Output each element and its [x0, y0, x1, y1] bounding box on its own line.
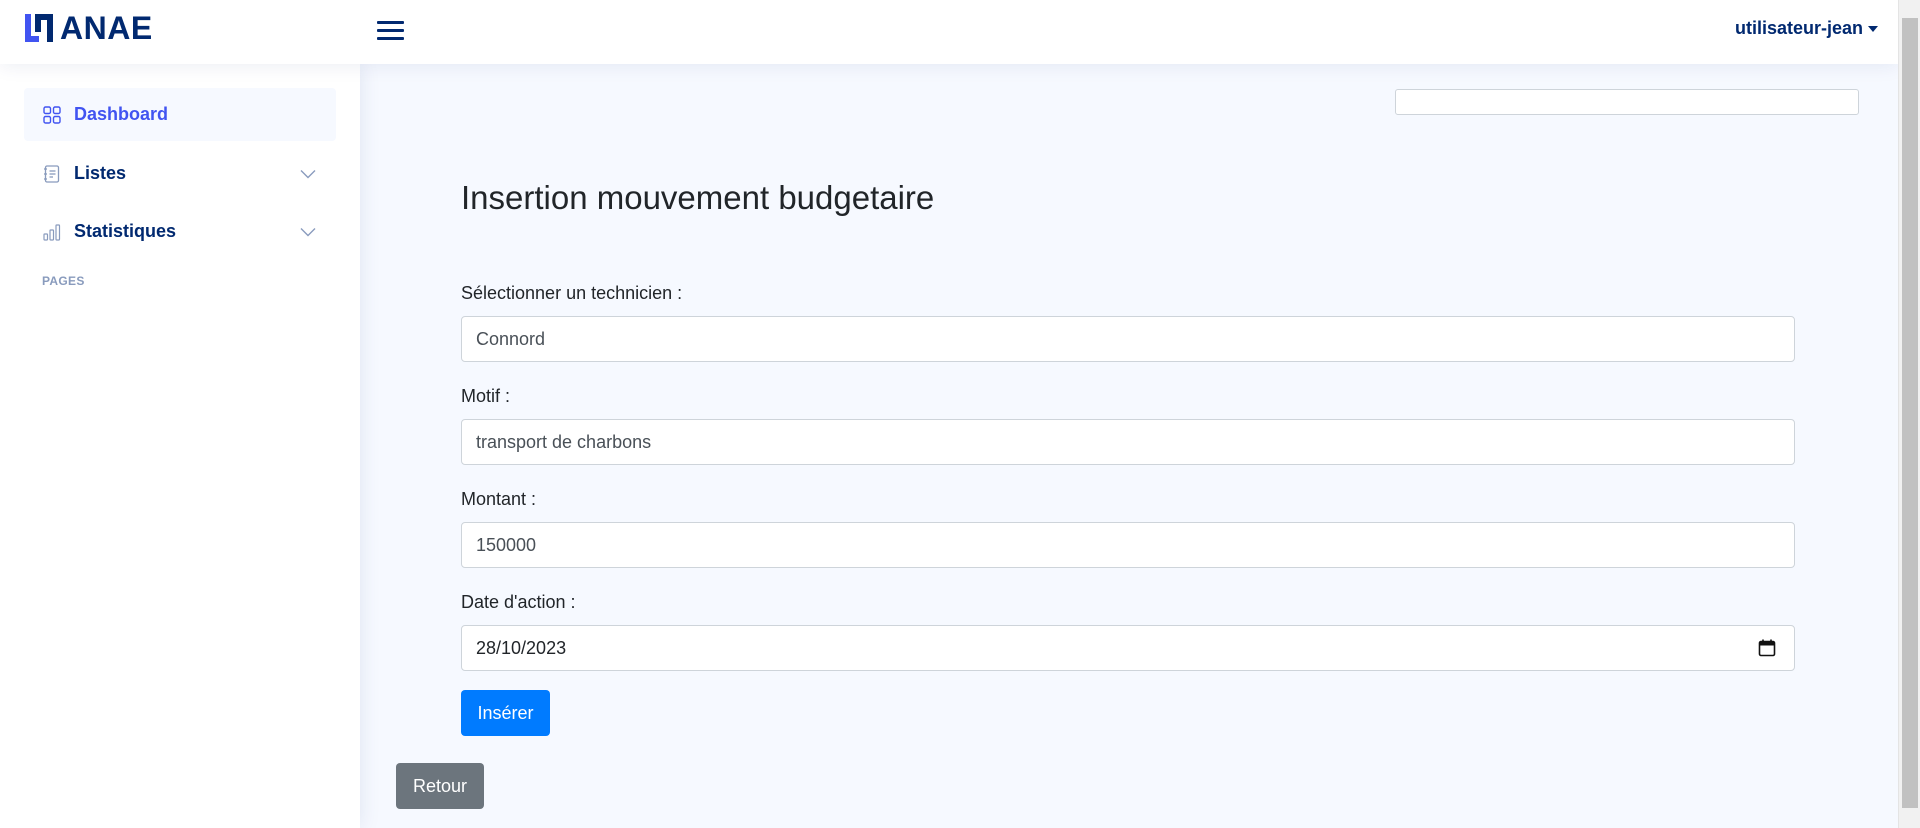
montant-field[interactable]: 150000 [461, 522, 1795, 568]
user-dropdown[interactable]: utilisateur-jean [1735, 18, 1878, 39]
sidebar-item-listes[interactable]: Listes [24, 147, 336, 200]
motif-value: transport de charbons [476, 431, 652, 452]
anae-logo-icon [25, 14, 53, 42]
sidebar-heading-pages: Pages [42, 274, 85, 288]
logo-text: ANAE [60, 10, 153, 46]
motif-field[interactable]: transport de charbons [461, 419, 1795, 465]
top-header: ANAE utilisateur-jean [0, 0, 1898, 64]
motif-label: Motif : [461, 386, 511, 406]
toggle-sidebar-icon[interactable] [377, 16, 405, 44]
technician-select[interactable]: Connord [461, 316, 1795, 362]
sidebar-item-label: Dashboard [74, 104, 169, 124]
page-scrollbar[interactable] [1898, 0, 1920, 828]
sidebar-item-statistiques[interactable]: Statistiques [24, 205, 336, 258]
grid-icon [42, 105, 62, 125]
technician-label: Sélectionner un technicien : [461, 283, 683, 303]
montant-label: Montant : [461, 489, 537, 509]
caret-down-icon [1868, 25, 1878, 32]
sidebar-item-dashboard[interactable]: Dashboard [24, 88, 336, 141]
date-field[interactable]: 28/10/2023 [461, 625, 1795, 671]
main-content: Insertion mouvement budgetaire Sélection… [360, 64, 1898, 828]
insert-button[interactable]: Insérer [461, 690, 550, 736]
user-name: utilisateur-jean [1734, 18, 1863, 38]
montant-value: 150000 [476, 534, 537, 555]
back-button[interactable]: Retour [396, 763, 484, 809]
calendar-icon[interactable] [1758, 639, 1776, 657]
sidebar: Dashboard Listes Statistiques PAGES [0, 64, 360, 828]
chevron-down-icon [300, 170, 316, 179]
bar-chart-icon [42, 222, 62, 242]
scrollbar-thumb[interactable] [1902, 18, 1918, 808]
technician-value: Connord [476, 328, 546, 349]
sidebar-item-label: Statistiques [74, 221, 177, 241]
search-input[interactable] [1395, 89, 1859, 115]
page-title: Insertion mouvement budgetaire [461, 179, 935, 216]
journal-text-icon [42, 164, 62, 184]
date-value: 28/10/2023 [476, 637, 567, 658]
sidebar-item-label: Listes [74, 163, 127, 183]
date-label: Date d'action : [461, 592, 576, 612]
logo[interactable]: ANAE [23, 12, 153, 44]
chevron-down-icon [300, 228, 316, 237]
